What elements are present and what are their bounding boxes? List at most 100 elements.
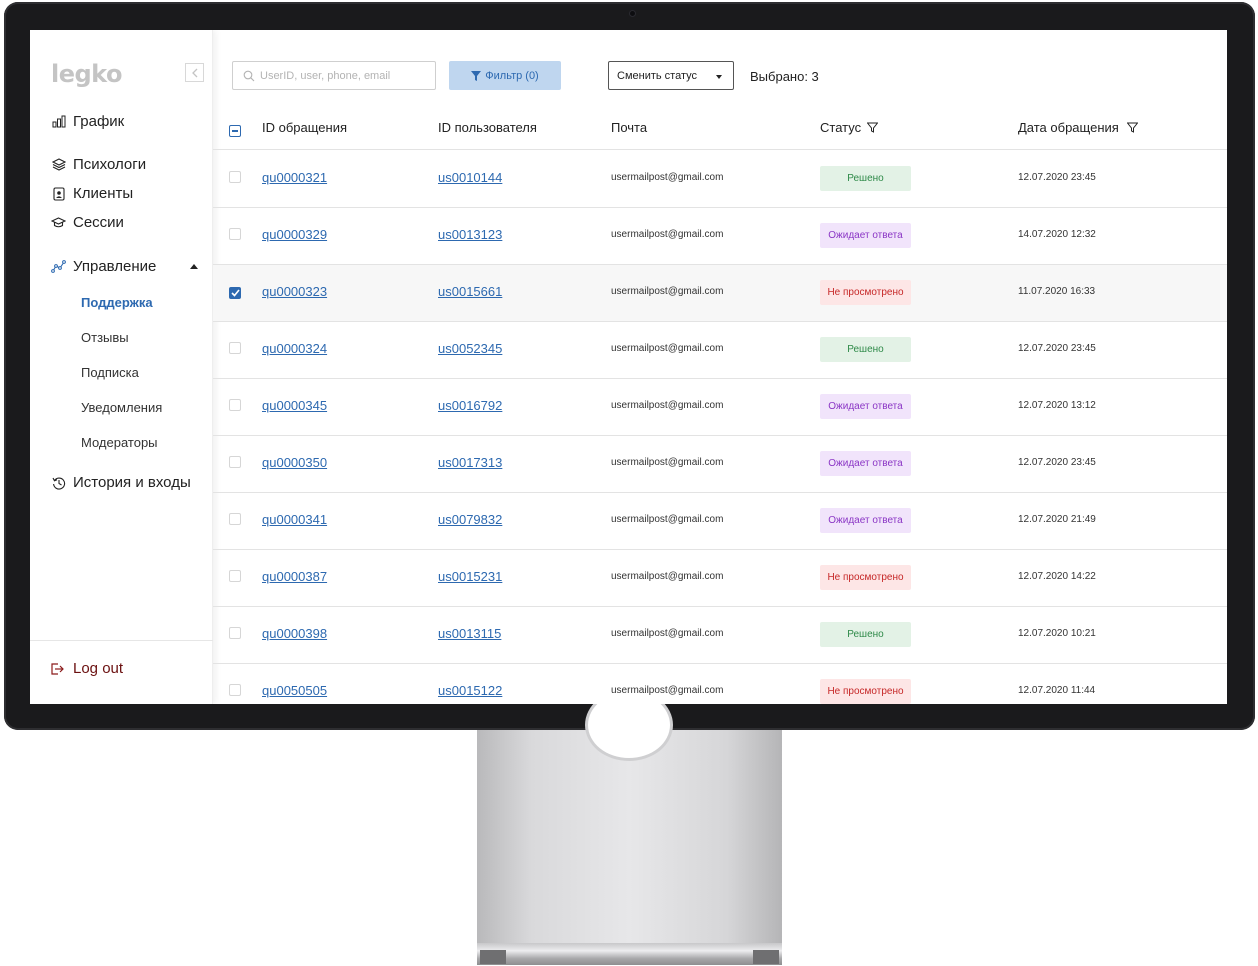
request-id-link[interactable]: qu0000324 xyxy=(262,341,327,356)
email-cell: usermailpost@gmail.com xyxy=(611,400,724,411)
sidebar-item-clients[interactable]: Клиенты xyxy=(50,185,133,202)
email-cell: usermailpost@gmail.com xyxy=(611,286,724,297)
row-checkbox[interactable] xyxy=(229,513,241,525)
sidebar-subitem-support[interactable]: Поддержка xyxy=(81,295,153,310)
change-status-select[interactable]: Сменить статус xyxy=(608,61,734,90)
email-cell: usermailpost@gmail.com xyxy=(611,685,724,696)
sidebar-item-label: График xyxy=(73,113,125,130)
user-id-link[interactable]: us0015661 xyxy=(438,284,502,299)
request-id-link[interactable]: qu0000350 xyxy=(262,455,327,470)
user-id-link[interactable]: us0052345 xyxy=(438,341,502,356)
request-id-link[interactable]: qu0000321 xyxy=(262,170,327,185)
date-cell: 12.07.2020 14:22 xyxy=(1018,571,1096,582)
row-checkbox[interactable] xyxy=(229,684,241,696)
request-id-link[interactable]: qu0000345 xyxy=(262,398,327,413)
status-badge: Не просмотрено xyxy=(820,280,911,305)
table-row[interactable]: qu0000323 us0015661 usermailpost@gmail.com… xyxy=(213,265,1227,322)
sidebar-item-sessions[interactable]: Сессии xyxy=(50,214,124,231)
user-id-link[interactable]: us0010144 xyxy=(438,170,502,185)
sidebar-item-label: История и входы xyxy=(73,474,191,491)
logout-icon xyxy=(50,660,67,677)
row-checkbox[interactable] xyxy=(229,627,241,639)
row-checkbox[interactable] xyxy=(229,171,241,183)
stand-foot-right xyxy=(753,950,779,964)
request-id-link[interactable]: qu0000341 xyxy=(262,512,327,527)
header-label: ID обращения xyxy=(262,120,348,135)
date-cell: 12.07.2020 21:49 xyxy=(1018,514,1096,525)
select-all-checkbox[interactable] xyxy=(229,125,241,137)
search-field[interactable] xyxy=(232,61,436,90)
request-id-link[interactable]: qu0000323 xyxy=(262,284,327,299)
row-checkbox[interactable] xyxy=(229,342,241,354)
sidebar-item-management[interactable]: Управление xyxy=(50,258,156,275)
date-cell: 11.07.2020 16:33 xyxy=(1018,286,1096,297)
app-screen: legko График Психологи Клиенты Сессии Уп… xyxy=(30,30,1227,704)
collapse-sidebar-button[interactable] xyxy=(185,63,204,82)
column-header-request-id[interactable]: ID обращения xyxy=(262,120,347,135)
monitor-stand-base xyxy=(477,943,782,965)
request-id-link[interactable]: qu0000398 xyxy=(262,626,327,641)
sidebar-subitem-reviews[interactable]: Отзывы xyxy=(81,330,129,345)
user-id-link[interactable]: us0017313 xyxy=(438,455,502,470)
status-badge: Ожидает ответа xyxy=(820,508,911,533)
date-cell: 12.07.2020 23:45 xyxy=(1018,172,1096,183)
table-row[interactable]: qu0000341 us0079832 usermailpost@gmail.com… xyxy=(213,493,1227,550)
chevron-left-icon xyxy=(191,68,197,77)
user-id-link[interactable]: us0015122 xyxy=(438,683,502,698)
status-badge: Ожидает ответа xyxy=(820,223,911,248)
sidebar-item-psychologists[interactable]: Психологи xyxy=(50,156,146,173)
user-id-link[interactable]: us0016792 xyxy=(438,398,502,413)
table-row[interactable]: qu0000350 us0017313 usermailpost@gmail.com… xyxy=(213,436,1227,493)
status-badge: Решено xyxy=(820,337,911,362)
sidebar-item-label: Психологи xyxy=(73,156,147,173)
dropdown-arrow-icon xyxy=(716,75,722,79)
filter-icon[interactable] xyxy=(1126,122,1138,133)
table-row[interactable]: qu0050505 us0015122 usermailpost@gmail.com… xyxy=(213,664,1227,704)
email-cell: usermailpost@gmail.com xyxy=(611,343,724,354)
request-id-link[interactable]: qu0000329 xyxy=(262,227,327,242)
email-cell: usermailpost@gmail.com xyxy=(611,571,724,582)
row-checkbox[interactable] xyxy=(229,399,241,411)
user-id-link[interactable]: us0079832 xyxy=(438,512,502,527)
search-input[interactable] xyxy=(260,69,425,82)
sidebar-item-history[interactable]: История и входы xyxy=(50,474,191,491)
funnel-icon xyxy=(471,70,482,81)
desktop-stage: legko График Психологи Клиенты Сессии Уп… xyxy=(0,0,1258,966)
sidebar-subitem-subscription[interactable]: Подписка xyxy=(81,365,139,380)
column-header-status[interactable]: Статус xyxy=(820,120,879,135)
filter-button[interactable]: Фильтр (0) xyxy=(449,61,561,90)
request-id-link[interactable]: qu0050505 xyxy=(262,683,327,698)
table-row[interactable]: qu0000398 us0013115 usermailpost@gmail.com… xyxy=(213,607,1227,664)
table-row[interactable]: qu0000329 us0013123 usermailpost@gmail.com… xyxy=(213,208,1227,265)
column-header-email[interactable]: Почта xyxy=(611,120,647,135)
logout-button[interactable]: Log out xyxy=(50,660,123,677)
search-icon xyxy=(243,70,255,81)
user-id-link[interactable]: us0013115 xyxy=(438,626,501,641)
user-id-link[interactable]: us0013123 xyxy=(438,227,502,242)
table-row[interactable]: qu0000324 us0052345 usermailpost@gmail.com… xyxy=(213,322,1227,379)
request-id-link[interactable]: qu0000387 xyxy=(262,569,327,584)
row-checkbox[interactable] xyxy=(229,287,241,299)
email-cell: usermailpost@gmail.com xyxy=(611,172,724,183)
filter-icon[interactable] xyxy=(867,122,879,133)
sidebar-item-label: Управление xyxy=(73,258,157,275)
user-id-link[interactable]: us0015231 xyxy=(438,569,502,584)
column-header-date[interactable]: Дата обращения xyxy=(1018,120,1138,135)
sidebar-subitem-notifications[interactable]: Уведомления xyxy=(81,400,162,415)
table-row[interactable]: qu0000387 us0015231 usermailpost@gmail.com… xyxy=(213,550,1227,607)
date-cell: 12.07.2020 10:21 xyxy=(1018,628,1096,639)
table-row[interactable]: qu0000345 us0016792 usermailpost@gmail.com… xyxy=(213,379,1227,436)
sidebar-divider xyxy=(30,640,213,641)
table-row[interactable]: qu0000321 us0010144 usermailpost@gmail.com… xyxy=(213,151,1227,208)
date-cell: 12.07.2020 23:45 xyxy=(1018,343,1096,354)
column-header-user-id[interactable]: ID пользователя xyxy=(438,120,537,135)
caret-up-icon[interactable] xyxy=(190,264,198,269)
row-checkbox[interactable] xyxy=(229,456,241,468)
row-checkbox[interactable] xyxy=(229,228,241,240)
sidebar-item-label: Клиенты xyxy=(73,185,134,202)
sidebar-item-label: Сессии xyxy=(73,214,124,231)
status-badge: Ожидает ответа xyxy=(820,451,911,476)
sidebar-item-grafik[interactable]: График xyxy=(50,113,124,130)
sidebar-subitem-moderators[interactable]: Модераторы xyxy=(81,435,158,450)
row-checkbox[interactable] xyxy=(229,570,241,582)
